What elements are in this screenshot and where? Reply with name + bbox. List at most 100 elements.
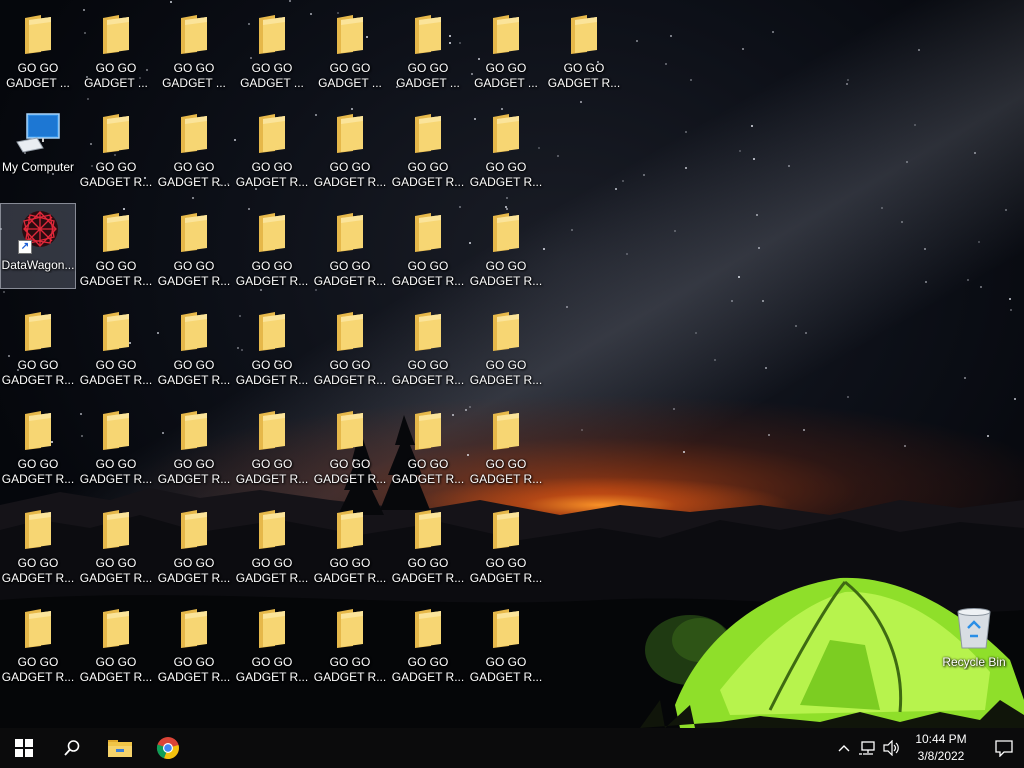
taskbar-file-explorer[interactable] bbox=[96, 728, 144, 768]
network-button[interactable] bbox=[856, 728, 880, 768]
star bbox=[847, 79, 849, 81]
folder-shortcut[interactable]: GO GO GADGET R... bbox=[312, 204, 388, 290]
folder-icon bbox=[493, 114, 519, 153]
icon-label: GO GO GADGET R... bbox=[313, 655, 387, 684]
folder-shortcut[interactable]: GO GO GADGET R... bbox=[0, 402, 76, 488]
icon-label: Recycle Bin bbox=[942, 655, 1006, 669]
folder-shortcut[interactable]: GO GO GADGET ... bbox=[156, 6, 232, 92]
folder-shortcut[interactable]: GO GO GADGET R... bbox=[390, 105, 466, 191]
folder-shortcut[interactable]: GO GO GADGET R... bbox=[312, 303, 388, 389]
folder-icon bbox=[25, 510, 51, 549]
star bbox=[738, 276, 740, 278]
show-hidden-icons-button[interactable] bbox=[832, 728, 856, 768]
datawagon-shortcut[interactable]: ↗ DataWagon... bbox=[0, 203, 76, 289]
folder-shortcut[interactable]: GO GO GADGET R... bbox=[390, 303, 466, 389]
folder-shortcut[interactable]: GO GO GADGET R... bbox=[234, 501, 310, 587]
folder-shortcut[interactable]: GO GO GADGET ... bbox=[234, 6, 310, 92]
volume-icon bbox=[883, 740, 899, 756]
folder-shortcut[interactable]: GO GO GADGET R... bbox=[78, 600, 154, 686]
icon-label: GO GO GADGET ... bbox=[474, 61, 538, 90]
folder-icon bbox=[259, 15, 285, 54]
folder-shortcut-image bbox=[482, 605, 530, 651]
folder-shortcut[interactable]: GO GO GADGET R... bbox=[468, 105, 544, 191]
folder-shortcut[interactable]: GO GO GADGET R... bbox=[546, 6, 622, 92]
folder-shortcut[interactable]: GO GO GADGET R... bbox=[234, 303, 310, 389]
folder-shortcut[interactable]: GO GO GADGET R... bbox=[234, 204, 310, 290]
folder-icon bbox=[25, 15, 51, 54]
icon-label: GO GO GADGET R... bbox=[469, 259, 543, 288]
folder-shortcut[interactable]: GO GO GADGET R... bbox=[390, 600, 466, 686]
folder-shortcut[interactable]: GO GO GADGET R... bbox=[78, 204, 154, 290]
icon-label: GO GO GADGET R... bbox=[235, 358, 309, 387]
folder-shortcut[interactable]: GO GO GADGET R... bbox=[156, 105, 232, 191]
folder-shortcut[interactable]: GO GO GADGET R... bbox=[312, 402, 388, 488]
folder-shortcut[interactable]: GO GO GADGET R... bbox=[78, 105, 154, 191]
folder-icon bbox=[337, 114, 363, 153]
folder-shortcut[interactable]: GO GO GADGET ... bbox=[312, 6, 388, 92]
folder-shortcut[interactable]: GO GO GADGET R... bbox=[156, 501, 232, 587]
folder-shortcut[interactable]: GO GO GADGET R... bbox=[156, 402, 232, 488]
folder-shortcut-image bbox=[170, 605, 218, 651]
folder-shortcut[interactable]: GO GO GADGET R... bbox=[390, 402, 466, 488]
icon-label: GO GO GADGET R... bbox=[391, 457, 465, 486]
folder-shortcut[interactable]: GO GO GADGET ... bbox=[0, 6, 76, 92]
folder-shortcut[interactable]: GO GO GADGET R... bbox=[156, 600, 232, 686]
folder-shortcut[interactable]: GO GO GADGET R... bbox=[468, 402, 544, 488]
start-button[interactable] bbox=[0, 728, 48, 768]
icon-label: GO GO GADGET R... bbox=[313, 556, 387, 585]
folder-shortcut[interactable]: GO GO GADGET R... bbox=[78, 501, 154, 587]
volume-button[interactable] bbox=[880, 728, 904, 768]
icon-label: GO GO GADGET R... bbox=[79, 556, 153, 585]
folder-shortcut[interactable]: GO GO GADGET ... bbox=[468, 6, 544, 92]
icon-label: GO GO GADGET R... bbox=[157, 358, 231, 387]
star bbox=[881, 207, 883, 209]
folder-shortcut[interactable]: GO GO GADGET ... bbox=[390, 6, 466, 92]
icon-label: GO GO GADGET R... bbox=[391, 556, 465, 585]
star bbox=[758, 247, 760, 249]
search-button[interactable] bbox=[48, 728, 96, 768]
icon-label: GO GO GADGET R... bbox=[313, 160, 387, 189]
action-center-button[interactable] bbox=[984, 728, 1024, 768]
folder-shortcut[interactable]: GO GO GADGET R... bbox=[78, 303, 154, 389]
folder-shortcut[interactable]: GO GO GADGET R... bbox=[78, 402, 154, 488]
icon-label: GO GO GADGET ... bbox=[84, 61, 148, 90]
folder-shortcut[interactable]: GO GO GADGET R... bbox=[0, 600, 76, 686]
folder-shortcut[interactable]: GO GO GADGET R... bbox=[468, 501, 544, 587]
folder-shortcut-image bbox=[92, 605, 140, 651]
folder-icon bbox=[259, 213, 285, 252]
star bbox=[914, 124, 916, 126]
folder-shortcut-image bbox=[92, 11, 140, 57]
star bbox=[714, 359, 716, 361]
clock[interactable]: 10:44 PM 3/8/2022 bbox=[904, 728, 978, 768]
icon-label: GO GO GADGET R... bbox=[391, 655, 465, 684]
taskbar-chrome[interactable] bbox=[144, 728, 192, 768]
folder-shortcut[interactable]: GO GO GADGET R... bbox=[390, 501, 466, 587]
folder-shortcut-image bbox=[92, 209, 140, 255]
folder-shortcut[interactable]: GO GO GADGET ... bbox=[78, 6, 154, 92]
icon-label: GO GO GADGET R... bbox=[235, 457, 309, 486]
folder-shortcut[interactable]: GO GO GADGET R... bbox=[468, 303, 544, 389]
folder-icon bbox=[337, 213, 363, 252]
folder-shortcut[interactable]: GO GO GADGET R... bbox=[0, 501, 76, 587]
folder-icon bbox=[415, 411, 441, 450]
folder-icon bbox=[493, 609, 519, 648]
folder-shortcut[interactable]: GO GO GADGET R... bbox=[234, 105, 310, 191]
folder-shortcut[interactable]: GO GO GADGET R... bbox=[0, 303, 76, 389]
recycle-bin[interactable]: Recycle Bin bbox=[936, 600, 1012, 686]
folder-shortcut[interactable]: GO GO GADGET R... bbox=[312, 501, 388, 587]
file-explorer-icon bbox=[108, 740, 132, 757]
star bbox=[803, 429, 805, 431]
folder-shortcut[interactable]: GO GO GADGET R... bbox=[156, 303, 232, 389]
folder-shortcut[interactable]: GO GO GADGET R... bbox=[390, 204, 466, 290]
my-computer[interactable]: My Computer bbox=[0, 105, 76, 191]
desktop[interactable]: GO GO GADGET ... GO GO GADGET ... GO GO GA… bbox=[0, 0, 1024, 728]
icon-label: GO GO GADGET R... bbox=[1, 358, 75, 387]
folder-shortcut[interactable]: GO GO GADGET R... bbox=[468, 204, 544, 290]
folder-shortcut[interactable]: GO GO GADGET R... bbox=[468, 600, 544, 686]
folder-icon bbox=[103, 609, 129, 648]
folder-shortcut[interactable]: GO GO GADGET R... bbox=[234, 600, 310, 686]
folder-shortcut[interactable]: GO GO GADGET R... bbox=[312, 600, 388, 686]
folder-shortcut[interactable]: GO GO GADGET R... bbox=[234, 402, 310, 488]
folder-shortcut[interactable]: GO GO GADGET R... bbox=[156, 204, 232, 290]
folder-shortcut[interactable]: GO GO GADGET R... bbox=[312, 105, 388, 191]
